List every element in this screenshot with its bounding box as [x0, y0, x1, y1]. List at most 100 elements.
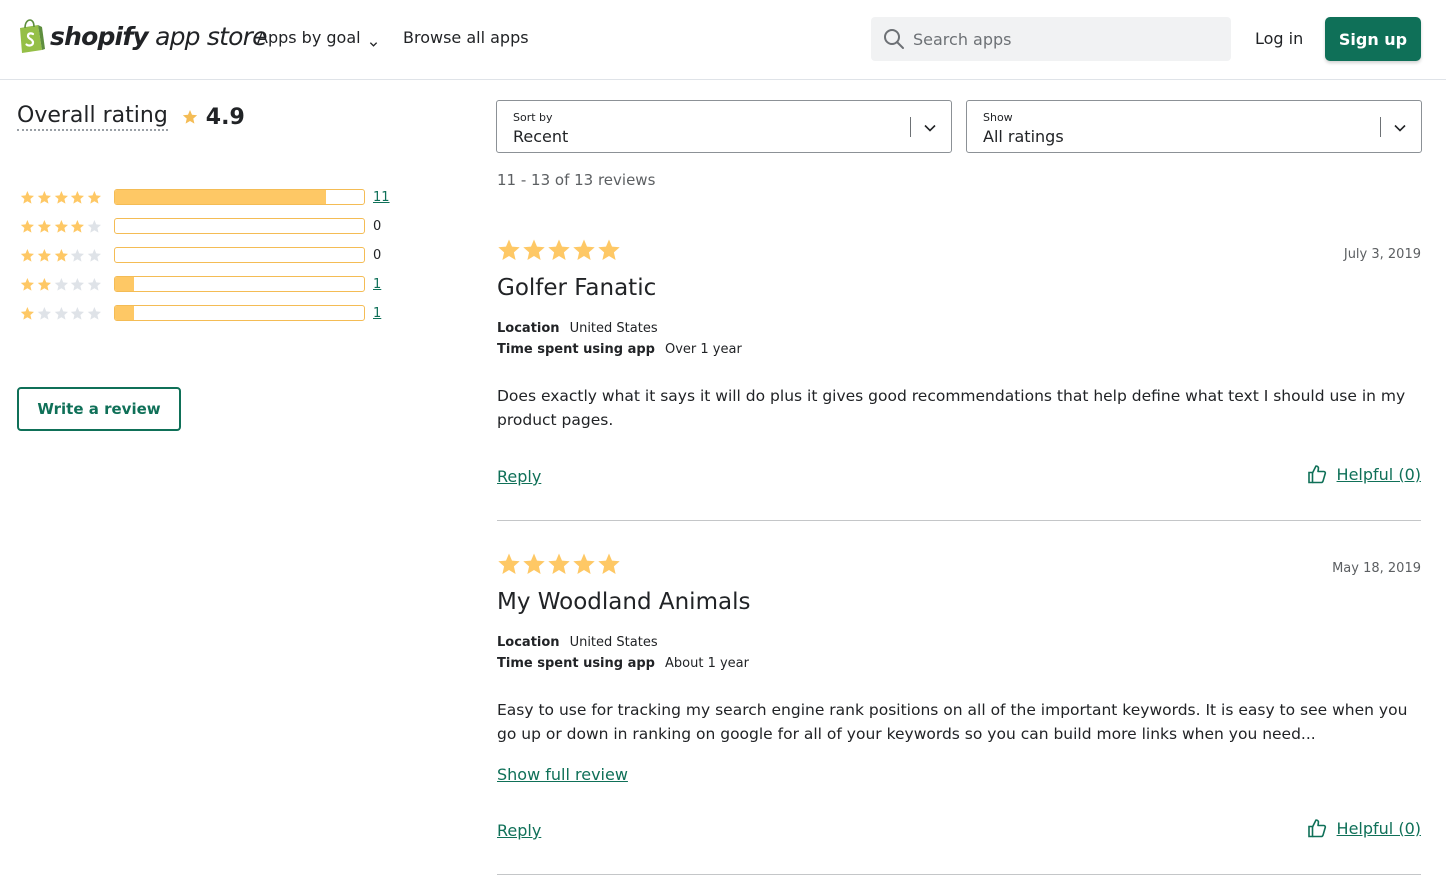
star-filled-icon	[71, 219, 85, 233]
sort-by-select[interactable]: Sort by Recent	[496, 100, 952, 153]
star-empty-icon	[87, 306, 102, 320]
star-filled-icon	[598, 553, 620, 574]
helpful-label: Helpful (0)	[1336, 818, 1421, 838]
login-link[interactable]: Log in	[1255, 29, 1303, 48]
top-navigation-bar: shopify app store Apps by goal Browse al…	[0, 0, 1446, 80]
shopify-bag-icon	[16, 19, 46, 53]
helpful-button[interactable]: Helpful (0)	[1307, 464, 1421, 484]
search-box[interactable]	[871, 17, 1231, 61]
star-filled-icon	[598, 239, 620, 260]
show-ratings-select[interactable]: Show All ratings	[966, 100, 1422, 153]
show-value: All ratings	[983, 127, 1064, 146]
search-input[interactable]	[913, 29, 1213, 49]
review-divider	[497, 874, 1421, 875]
star-filled-icon	[20, 306, 34, 320]
star-filled-icon	[573, 553, 595, 574]
overall-rating-title[interactable]: Overall rating	[17, 103, 168, 131]
location-value: United States	[569, 321, 658, 336]
star-filled-icon	[20, 190, 34, 204]
reply-link[interactable]: Reply	[497, 821, 541, 840]
time-value: About 1 year	[665, 656, 749, 671]
location-label: Location	[497, 635, 560, 650]
rating-bar-fill	[115, 190, 326, 204]
nav-browse-all-apps[interactable]: Browse all apps	[403, 28, 529, 47]
show-label: Show	[983, 111, 1013, 124]
overall-rating-value: 4.9	[205, 104, 245, 130]
star-empty-icon	[37, 306, 51, 320]
sort-by-value: Recent	[513, 127, 569, 146]
star-rating	[20, 190, 104, 205]
review-time-using-app: Time spent using app Over 1 year	[497, 342, 742, 357]
star-empty-icon	[71, 306, 85, 320]
rating-bar	[114, 189, 365, 205]
star-rating	[20, 248, 104, 263]
rating-count[interactable]: 11	[373, 190, 390, 205]
review-location: Location United States	[497, 635, 658, 650]
rating-row-2-stars: 1	[20, 275, 381, 293]
rating-count[interactable]: 1	[373, 277, 381, 292]
review-divider	[497, 520, 1421, 521]
nav-apps-by-goal-label: Apps by goal	[257, 28, 361, 47]
star-filled-icon	[523, 553, 545, 574]
star-filled-icon	[37, 219, 51, 233]
select-divider	[1380, 117, 1381, 137]
star-filled-icon	[20, 248, 34, 262]
chevron-down-icon	[923, 120, 937, 134]
star-empty-icon	[87, 248, 102, 262]
helpful-label: Helpful (0)	[1336, 464, 1421, 484]
review-star-rating	[497, 238, 622, 262]
star-empty-icon	[54, 306, 68, 320]
search-icon	[883, 28, 905, 50]
nav-apps-by-goal[interactable]: Apps by goal	[257, 28, 377, 47]
chevron-down-icon	[369, 34, 377, 47]
rating-count: 0	[373, 247, 382, 263]
overall-rating: Overall rating 4.9	[17, 103, 245, 131]
thumbs-up-icon	[1307, 464, 1327, 484]
rating-row-3-stars: 0	[20, 246, 381, 264]
shopify-app-store-logo[interactable]: shopify app store	[16, 18, 267, 54]
star-empty-icon	[87, 219, 102, 233]
rating-bar-fill	[115, 306, 135, 320]
star-filled-icon	[54, 248, 68, 262]
star-filled-icon	[71, 190, 85, 204]
rating-count[interactable]: 1	[373, 306, 381, 321]
star-empty-icon	[54, 277, 68, 291]
rating-count: 0	[373, 218, 382, 234]
show-full-review-link[interactable]: Show full review	[497, 765, 628, 784]
rating-bar	[114, 247, 365, 263]
location-value: United States	[569, 635, 658, 650]
rating-row-5-stars: 11	[20, 188, 390, 206]
time-value: Over 1 year	[665, 342, 742, 357]
location-label: Location	[497, 321, 560, 336]
star-rating	[20, 277, 104, 292]
helpful-button[interactable]: Helpful (0)	[1307, 818, 1421, 838]
reply-link[interactable]: Reply	[497, 467, 541, 486]
star-filled-icon	[548, 553, 570, 574]
review-date: July 3, 2019	[1343, 247, 1421, 262]
rating-row-4-stars: 0	[20, 217, 381, 235]
review-time-using-app: Time spent using app About 1 year	[497, 656, 749, 671]
write-review-button[interactable]: Write a review	[17, 387, 181, 431]
rating-bar-fill	[115, 277, 135, 291]
star-rating	[20, 306, 104, 321]
star-filled-icon	[498, 553, 520, 574]
review-location: Location United States	[497, 321, 658, 336]
review-date: May 18, 2019	[1332, 561, 1421, 576]
star-filled-icon	[20, 277, 34, 291]
sort-by-label: Sort by	[513, 111, 553, 124]
review-star-rating	[497, 552, 622, 576]
star-empty-icon	[71, 248, 85, 262]
star-filled-icon	[87, 190, 102, 204]
star-filled-icon	[498, 239, 520, 260]
star-icon	[182, 109, 198, 125]
signup-button[interactable]: Sign up	[1325, 17, 1421, 61]
review-author: My Woodland Animals	[497, 589, 751, 615]
star-filled-icon	[54, 219, 68, 233]
review-author: Golfer Fanatic	[497, 275, 657, 301]
star-empty-icon	[87, 277, 102, 291]
star-rating	[20, 219, 104, 234]
review-body: Easy to use for tracking my search engin…	[497, 701, 1408, 743]
review-card: May 18, 2019 My Woodland Animals Locatio…	[497, 552, 1421, 875]
review-card: July 3, 2019 Golfer Fanatic Location Unit…	[497, 238, 1421, 521]
review-count: 11 - 13 of 13 reviews	[497, 171, 656, 189]
